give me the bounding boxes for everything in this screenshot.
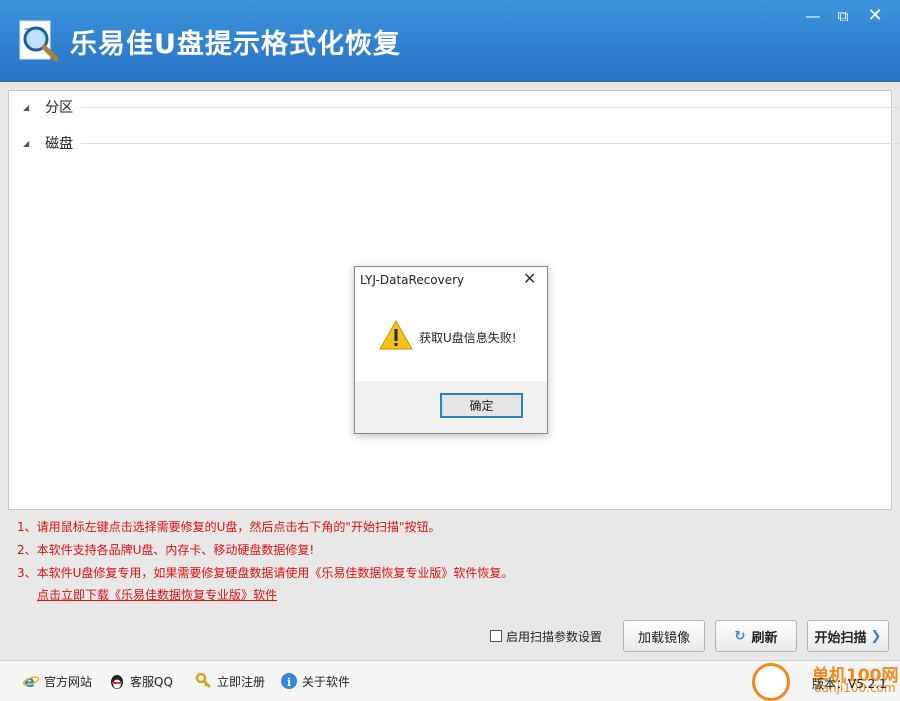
button-label: 加载镜像 — [637, 630, 690, 646]
tree-group-label: 磁盘 — [45, 136, 74, 152]
footer-label: 客服QQ — [130, 674, 173, 689]
start-scan-button[interactable]: 开始扫描 ❯ — [807, 620, 889, 652]
watermark-logo-icon — [752, 663, 790, 701]
button-label: 刷新 — [751, 630, 778, 646]
dialog-close-button[interactable]: ✕ — [523, 269, 536, 288]
minimize-button[interactable]: — — [796, 6, 830, 26]
info-icon: i — [280, 672, 298, 690]
qq-penguin-icon — [108, 672, 126, 690]
register-link[interactable]: 立即注册 — [195, 671, 265, 691]
download-pro-link[interactable]: 点击立即下载《乐易佳数据恢复专业版》软件 — [37, 586, 277, 603]
tree-group-partition[interactable]: ◢ 分区 — [23, 97, 899, 117]
key-icon — [195, 672, 213, 690]
collapse-triangle-icon[interactable]: ◢ — [23, 139, 35, 148]
collapse-triangle-icon[interactable]: ◢ — [23, 103, 35, 112]
checkbox-label: 启用扫描参数设置 — [506, 630, 603, 644]
title-bar: 乐易佳U盘提示格式化恢复 — ⧉ ✕ — [0, 0, 900, 82]
instruction-line-2: 2、本软件支持各品牌U盘、内存卡、移动硬盘数据修复! — [17, 543, 315, 557]
official-website-link[interactable]: e 官方网站 — [22, 671, 92, 691]
tree-group-label: 分区 — [45, 100, 74, 116]
close-button[interactable]: ✕ — [858, 6, 892, 26]
about-link[interactable]: i 关于软件 — [280, 671, 350, 691]
button-label: 确定 — [469, 399, 494, 413]
divider — [81, 143, 899, 144]
support-qq-link[interactable]: 客服QQ — [108, 671, 173, 691]
chevron-right-icon: ❯ — [870, 628, 882, 644]
checkbox-box[interactable] — [490, 630, 502, 642]
divider — [81, 107, 899, 108]
error-dialog: LYJ-DataRecovery ✕ 获取U盘信息失败! 确定 — [354, 266, 548, 434]
footer-label: 立即注册 — [217, 674, 266, 689]
refresh-icon: ↻ — [734, 628, 746, 644]
footer-label: 关于软件 — [302, 674, 351, 689]
load-image-button[interactable]: 加载镜像 — [623, 620, 705, 652]
ok-button[interactable]: 确定 — [440, 393, 523, 418]
dialog-message: 获取U盘信息失败! — [419, 331, 517, 345]
app-title: 乐易佳U盘提示格式化恢复 — [70, 29, 401, 60]
svg-text:i: i — [287, 676, 291, 689]
instructions: 1、请用鼠标左键点击选择需要修复的U盘，然后点击右下角的"开始扫描"按钮。 2、… — [17, 516, 514, 602]
instruction-line-3: 3、本软件U盘修复专用，如果需要修复硬盘数据请使用《乐易佳数据恢复专业版》软件恢… — [17, 566, 514, 580]
refresh-button[interactable]: ↻ 刷新 — [715, 620, 797, 652]
magnifier-document-icon — [19, 20, 59, 62]
version-label: 版本：V5.2.1 — [812, 677, 887, 691]
ie-browser-icon: e — [22, 672, 40, 690]
instruction-line-1: 1、请用鼠标左键点击选择需要修复的U盘，然后点击右下角的"开始扫描"按钮。 — [17, 520, 441, 534]
tree-group-disk[interactable]: ◢ 磁盘 — [23, 133, 899, 153]
dialog-title: LYJ-DataRecovery — [360, 273, 465, 287]
button-label: 开始扫描 — [814, 630, 867, 646]
warning-icon — [379, 319, 413, 350]
maximize-button[interactable]: ⧉ — [826, 6, 860, 26]
scan-settings-checkbox[interactable]: 启用扫描参数设置 — [490, 628, 602, 645]
footer-bar: e 官方网站 客服QQ 立即注册 i 关于软件 单机100网 danji100.… — [0, 660, 900, 701]
dialog-footer: 确定 — [355, 381, 547, 433]
footer-label: 官方网站 — [44, 674, 93, 689]
